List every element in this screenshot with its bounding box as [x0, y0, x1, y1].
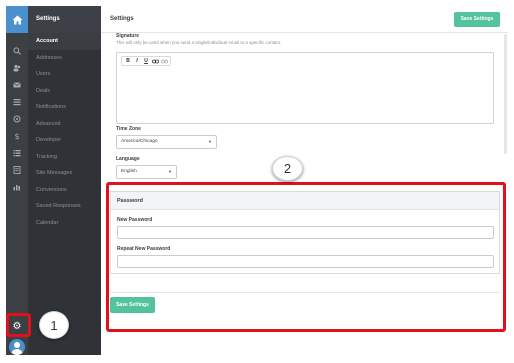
avatar[interactable] [9, 339, 25, 355]
save-settings-top-button[interactable]: Save Settings [454, 12, 500, 27]
reports-icon[interactable] [6, 164, 28, 176]
callout-badge-1: 1 [39, 311, 69, 339]
settings-menu: Settings Account Addresses Users Deals N… [28, 6, 101, 355]
menu-item-site-messages[interactable]: Site Messages [28, 165, 101, 182]
menu-item-advanced[interactable]: Advanced [28, 116, 101, 133]
icon-sidebar: $ ⚙ [6, 6, 28, 355]
deals-icon[interactable] [6, 113, 28, 125]
callout-badge-2: 2 [272, 156, 303, 181]
highlight-settings-gear [6, 313, 31, 337]
menu-item-conversions[interactable]: Conversions [28, 182, 101, 199]
editor-toolbar: B I U [121, 56, 171, 66]
svg-text:$: $ [14, 132, 19, 140]
language-value: English [121, 169, 137, 174]
signature-help-text: This will only be used when you send a s… [116, 40, 282, 45]
menu-item-saved-responses[interactable]: Saved Responses [28, 198, 101, 215]
menu-item-addresses[interactable]: Addresses [28, 50, 101, 67]
top-bar: Settings Save Settings [101, 6, 508, 33]
signature-label: Signature [116, 33, 140, 39]
menu-item-developer[interactable]: Developer [28, 132, 101, 149]
home-button[interactable] [6, 6, 28, 33]
page-title: Settings [110, 16, 134, 22]
underline-button[interactable]: U [142, 57, 150, 65]
dollar-icon[interactable]: $ [6, 130, 28, 142]
timezone-label: Time Zone [116, 126, 141, 132]
chevron-down-icon: ▼ [168, 169, 172, 174]
tasks-icon[interactable] [6, 147, 28, 159]
link-icon[interactable] [151, 57, 159, 65]
menu-item-calendar[interactable]: Calendar [28, 215, 101, 232]
menu-item-account[interactable]: Account [28, 33, 101, 50]
language-select[interactable]: English ▼ [116, 165, 177, 179]
search-icon[interactable] [6, 45, 28, 57]
timezone-select[interactable]: America/Chicago ▼ [116, 135, 217, 149]
language-label: Language [116, 156, 140, 162]
unlink-icon[interactable] [160, 57, 168, 65]
bold-button[interactable]: B [124, 57, 132, 65]
menu-item-users[interactable]: Users [28, 66, 101, 83]
contacts-icon[interactable] [6, 62, 28, 74]
italic-button[interactable]: I [133, 57, 141, 65]
menu-item-tracking[interactable]: Tracking [28, 149, 101, 166]
menu-item-deals[interactable]: Deals [28, 83, 101, 100]
highlight-password-section [106, 182, 506, 332]
menu-item-notifications[interactable]: Notifications [28, 99, 101, 116]
chevron-down-icon: ▼ [208, 139, 212, 144]
timezone-value: America/Chicago [121, 139, 158, 144]
list-icon[interactable] [6, 96, 28, 108]
inbox-icon[interactable] [6, 79, 28, 91]
menu-header: Settings [28, 6, 101, 33]
chart-icon[interactable] [6, 181, 28, 193]
home-icon [12, 15, 22, 24]
scrollbar[interactable] [504, 34, 507, 154]
signature-editor[interactable]: B I U [116, 52, 494, 124]
